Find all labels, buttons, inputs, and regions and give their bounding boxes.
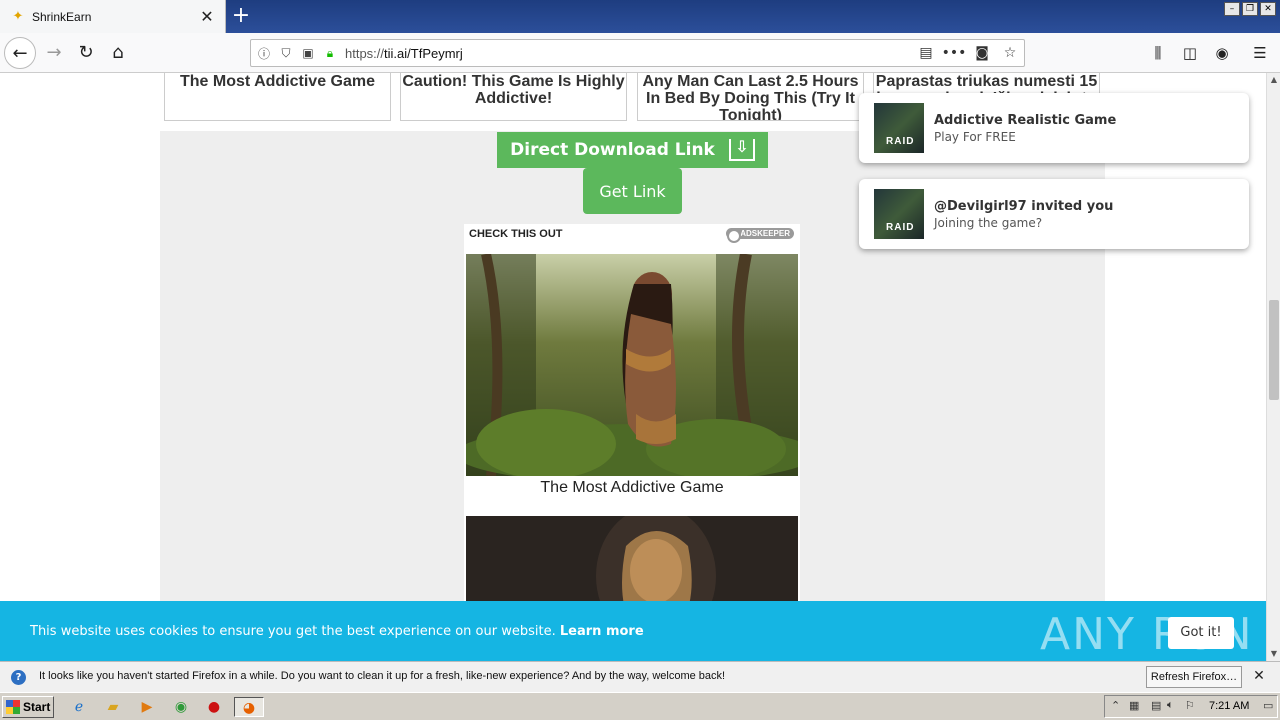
cookie-message: This website uses cookies to ensure you … [30,624,644,639]
library-icon[interactable]: ⫼ [1142,37,1174,69]
tray-network2-icon[interactable]: ▤ [1151,699,1161,712]
raid-game-thumbnail: RAID [874,189,924,239]
url-text[interactable]: https://tii.ai/TfPeymrj [345,46,912,61]
ad-card-label: The Most Addictive Game [180,73,375,90]
show-desktop-icon[interactable]: ▭ [1263,699,1273,712]
minimize-icon[interactable]: – [1224,2,1240,16]
new-tab-button[interactable]: + [228,4,254,30]
tab-shrinkearn[interactable]: ✦ ShrinkEarn ✕ [0,0,226,33]
firefox-taskbar-icon[interactable]: ◕ [234,697,264,717]
scrollbar-thumb[interactable] [1269,300,1279,400]
adskeeper-widget: CHECK THIS OUT ADSKEEPER The Most Addict… [464,224,800,661]
tray-network-icon[interactable]: ▦ [1129,699,1139,712]
restore-icon[interactable]: ❐ [1242,2,1258,16]
action-center-flag-icon[interactable]: ⚐ [1185,699,1195,712]
tab-title: ShrinkEarn [32,9,92,24]
cookie-banner: This website uses cookies to ensure you … [0,601,1266,661]
reader-view-icon[interactable]: ▤ [912,45,940,61]
page-actions-icon[interactable]: ••• [940,45,968,61]
window-controls: – ❐ ✕ [1224,2,1276,16]
navigation-bar: ← → ↻ ⌂ ⓘ ⛉ ▣ 🔒︎ https://tii.ai/TfPeymrj… [0,33,1280,73]
taskbar: Start ℯ ▰ ▶ ◉ ● ◕ ⌃ ▦ ▤ 🔈︎ ⚐ 7:21 AM ▭ [0,692,1280,720]
ads-header: CHECK THIS OUT [469,228,563,240]
download-icon: ⇩ [728,139,755,161]
got-it-button[interactable]: Got it! [1168,617,1234,649]
reload-button[interactable]: ↻ [70,37,102,69]
refresh-firefox-button[interactable]: Refresh Firefox… [1146,666,1242,688]
lock-icon[interactable]: 🔒︎ [321,46,339,61]
direct-download-label: Direct Download Link [510,140,715,160]
home-button[interactable]: ⌂ [102,37,134,69]
permissions-icon[interactable]: ▣ [299,46,317,60]
opera-icon[interactable]: ● [203,697,225,717]
ad-image-jungle-woman[interactable] [466,254,798,476]
raid-game-thumbnail: RAID [874,103,924,153]
tab-strip: ✦ ShrinkEarn ✕ + – ❐ ✕ [0,0,1280,33]
ad-card-3[interactable]: Any Man Can Last 2.5 Hours In Bed By Doi… [637,73,864,121]
ad-card-1[interactable]: The Most Addictive Game [164,73,391,121]
vertical-scrollbar[interactable]: ▲ ▼ [1266,73,1280,661]
account-icon[interactable]: ◉ [1206,37,1238,69]
system-tray: ⌃ ▦ ▤ 🔈︎ ⚐ 7:21 AM ▭ [1104,695,1278,718]
notification-body: Play For FREE [934,130,1016,144]
firefox-notification-bar: ? It looks like you haven't started Fire… [0,661,1280,692]
window-close-icon[interactable]: ✕ [1260,2,1276,16]
thumbnail-badge: RAID [886,136,915,147]
volume-icon[interactable]: 🔈︎ [1167,699,1174,712]
scroll-up-icon[interactable]: ▲ [1267,73,1280,87]
notification-2[interactable]: RAID @Devilgirl97 invited you Joining th… [859,179,1249,249]
ad-caption[interactable]: The Most Addictive Game [464,479,800,497]
explorer-folder-icon[interactable]: ▰ [102,697,124,717]
page-content: The Most Addictive Game Caution! This Ga… [0,73,1266,661]
bookmark-star-icon[interactable]: ☆ [996,45,1024,61]
ad-card-label: Any Man Can Last 2.5 Hours In Bed By Doi… [642,73,859,121]
info-icon[interactable]: ⓘ [255,45,273,62]
notification-title: Addictive Realistic Game [934,113,1117,128]
adskeeper-logo[interactable]: ADSKEEPER [726,228,794,243]
notification-1[interactable]: RAID Addictive Realistic Game Play For F… [859,93,1249,163]
chrome-icon[interactable]: ◉ [170,697,192,717]
infobar-message: It looks like you haven't started Firefo… [39,670,726,682]
ad-card-label: Caution! This Game Is Highly Addictive! [402,73,625,107]
shrinkearn-favicon-icon: ✦ [12,8,24,24]
get-link-button[interactable]: Get Link [583,168,682,214]
notification-title: @Devilgirl97 invited you [934,199,1114,214]
ad-card-2[interactable]: Caution! This Game Is Highly Addictive! [400,73,627,121]
back-button[interactable]: ← [4,37,36,69]
thumbnail-badge: RAID [886,222,915,233]
question-icon: ? [11,670,26,685]
media-player-icon[interactable]: ▶ [136,697,158,717]
windows-logo-icon [6,700,20,714]
start-label: Start [23,700,51,714]
forward-button[interactable]: → [38,37,70,69]
scroll-down-icon[interactable]: ▼ [1267,647,1280,661]
clock[interactable]: 7:21 AM [1209,700,1249,712]
screen: ✦ ShrinkEarn ✕ + – ❐ ✕ ← → ↻ ⌂ ⓘ ⛉ ▣ 🔒︎ … [0,0,1280,720]
tracking-shield-icon[interactable]: ⛉ [277,46,295,61]
pocket-icon[interactable]: ◙ [968,45,996,61]
address-bar[interactable]: ⓘ ⛉ ▣ 🔒︎ https://tii.ai/TfPeymrj ▤ ••• ◙… [250,39,1025,67]
ie-icon[interactable]: ℯ [68,697,90,717]
learn-more-link[interactable]: Learn more [560,624,644,639]
start-button[interactable]: Start [2,696,54,718]
direct-download-button[interactable]: Direct Download Link ⇩ [497,132,768,168]
tray-expand-icon[interactable]: ⌃ [1111,699,1120,712]
tab-close-icon[interactable]: ✕ [197,7,217,27]
close-infobar-icon[interactable]: ✕ [1250,667,1268,685]
notification-body: Joining the game? [934,216,1043,230]
menu-icon[interactable]: ☰ [1244,37,1276,69]
sidebar-icon[interactable]: ◫ [1174,37,1206,69]
